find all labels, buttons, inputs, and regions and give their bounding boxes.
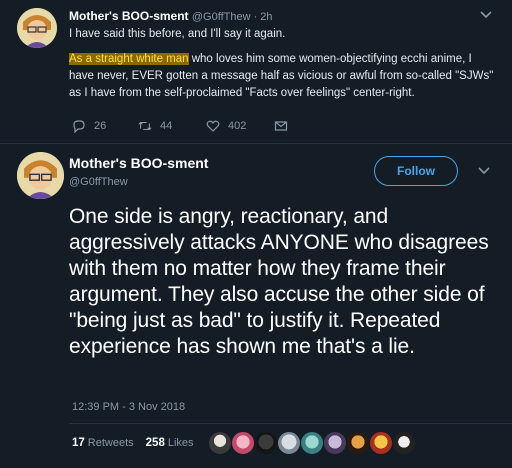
retweets-stat[interactable]: 17 Retweets: [72, 437, 134, 449]
liker-avatar[interactable]: [392, 431, 416, 455]
likes-count: 258: [145, 437, 165, 449]
message-button[interactable]: [274, 119, 296, 133]
retweet-count: 44: [160, 120, 173, 132]
like-button[interactable]: 402: [206, 119, 274, 133]
reply-count: 26: [94, 120, 107, 132]
tweet-parent[interactable]: Mother's BOO-sment @G0ffThew · 2h I have…: [0, 0, 512, 143]
follow-button[interactable]: Follow: [374, 156, 458, 186]
liker-avatar[interactable]: [277, 431, 301, 455]
likes-label: Likes: [167, 437, 194, 449]
chevron-down-icon[interactable]: [478, 8, 494, 22]
tweet-stats: 17 Retweets 258 Likes: [72, 437, 194, 449]
like-count: 402: [228, 120, 247, 132]
tweet-text: I have said this before, and I'll say it…: [69, 26, 499, 110]
handle-time: @G0ffThew · 2h: [191, 11, 273, 23]
liker-avatar[interactable]: [346, 431, 370, 455]
liker-avatar[interactable]: [369, 431, 393, 455]
reply-button[interactable]: 26: [72, 119, 138, 133]
chevron-down-icon[interactable]: [476, 164, 492, 178]
likers-avatars: [208, 431, 416, 455]
reply-icon: [73, 120, 85, 133]
timestamp[interactable]: 12:39 PM - 3 Nov 2018: [72, 401, 185, 413]
retweet-icon: [138, 121, 152, 131]
heart-icon: [206, 120, 220, 132]
tweet-actions: 26 44 402: [72, 118, 296, 134]
tweet-header: Mother's BOO-sment @G0ffThew · 2h: [69, 9, 273, 23]
retweet-button[interactable]: 44: [138, 119, 206, 133]
retweets-count: 17: [72, 437, 85, 449]
divider: [0, 143, 512, 144]
liker-avatar[interactable]: [254, 431, 278, 455]
liker-avatar[interactable]: [208, 431, 232, 455]
avatar[interactable]: [17, 152, 64, 199]
highlighted-text: As a straight white man: [69, 53, 189, 65]
avatar[interactable]: [17, 8, 57, 48]
divider: [69, 423, 512, 424]
liker-avatar[interactable]: [300, 431, 324, 455]
liker-avatar[interactable]: [231, 431, 255, 455]
tweet-text-paragraph: As a straight white man who loves him so…: [69, 51, 499, 102]
retweets-label: Retweets: [87, 437, 134, 449]
likes-stat[interactable]: 258 Likes: [146, 437, 194, 449]
handle[interactable]: @G0ffThew: [69, 176, 128, 188]
display-name[interactable]: Mother's BOO-sment: [69, 9, 189, 23]
liker-avatar[interactable]: [323, 431, 347, 455]
tweet-text-line: I have said this before, and I'll say it…: [69, 28, 286, 40]
message-icon: [274, 121, 288, 131]
tweet-text: One side is angry, reactionary, and aggr…: [69, 205, 489, 358]
display-name[interactable]: Mother's BOO-sment: [69, 155, 208, 171]
